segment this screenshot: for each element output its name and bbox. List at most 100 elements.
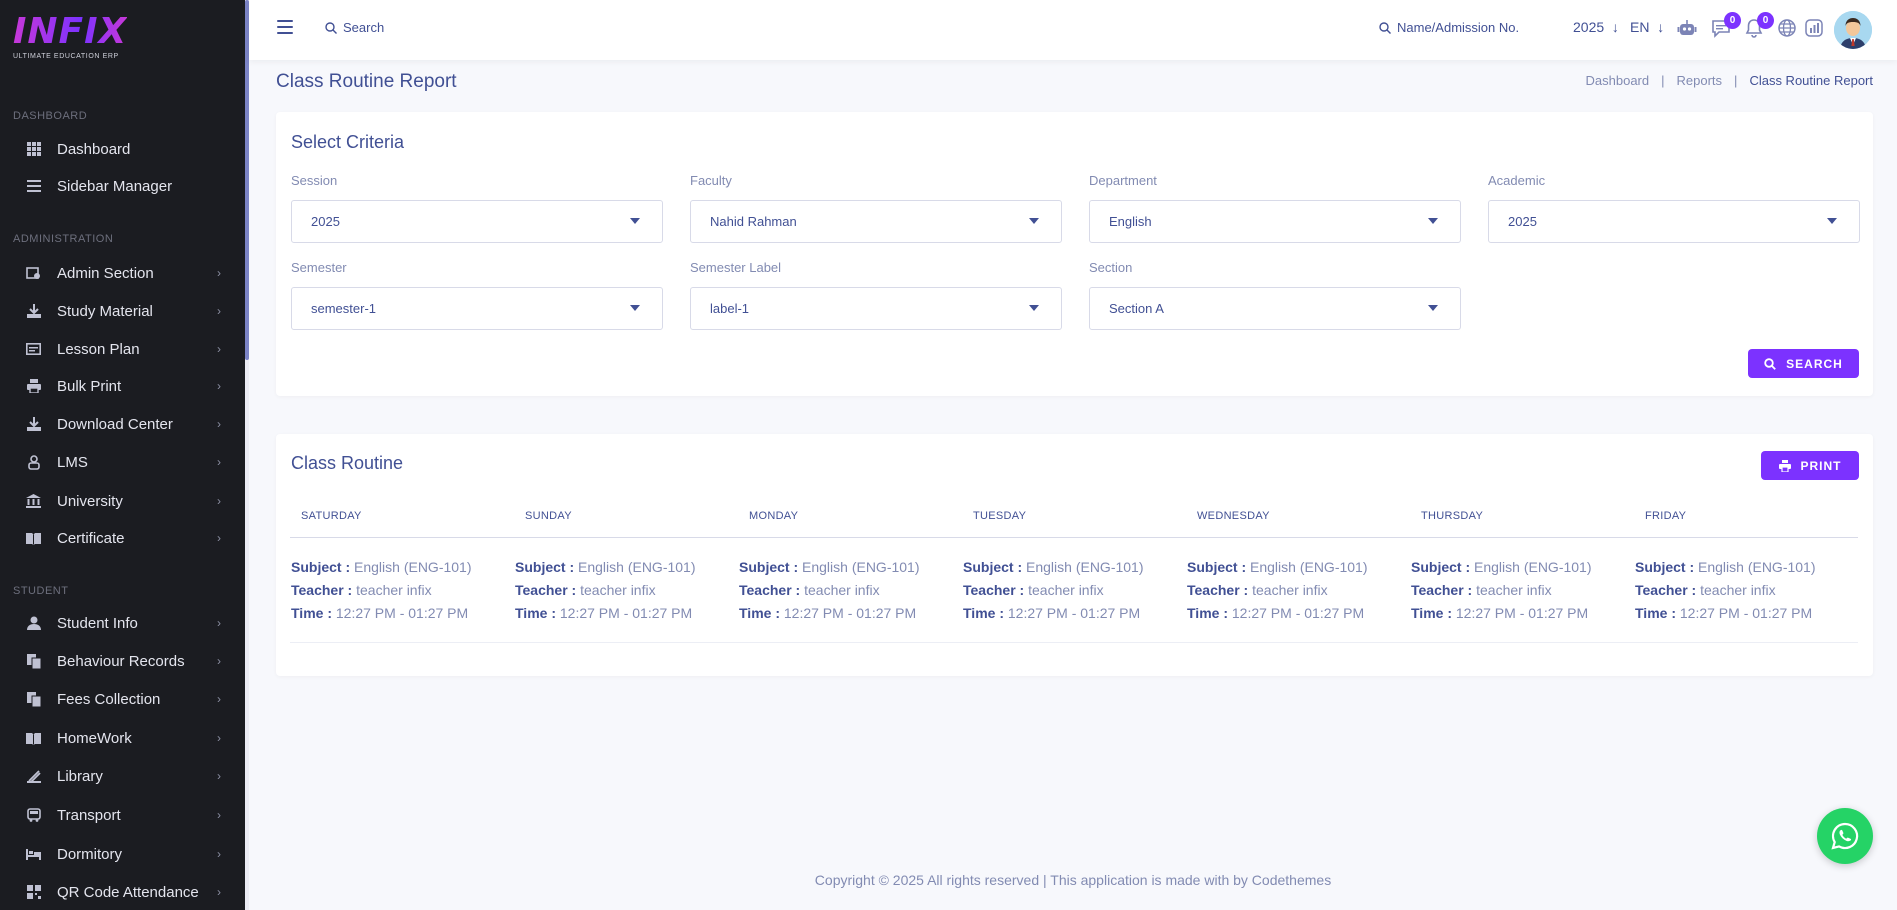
table-bottom-divider	[290, 642, 1858, 643]
print-button[interactable]: PRINT	[1761, 451, 1859, 480]
year-selector[interactable]: 2025 ↓	[1573, 19, 1619, 35]
sidebar-item-dashboard[interactable]: Dashboard	[0, 134, 245, 164]
section-label: Section	[1089, 260, 1133, 275]
session-select[interactable]: 2025	[291, 200, 663, 243]
lesson-icon	[25, 341, 42, 358]
records-icon	[25, 653, 42, 670]
sidebar-item-label: Certificate	[57, 529, 125, 547]
year-value: 2025	[1573, 19, 1605, 35]
section-administration: ADMINISTRATION	[13, 233, 114, 245]
sidebar-item-behaviour-records[interactable]: Behaviour Records ›	[0, 646, 245, 676]
semester-value: semester-1	[311, 301, 377, 316]
subject-value: English (ENG-101)	[1026, 559, 1144, 575]
routine-cell-tuesday: Subject : English (ENG-101) Teacher : te…	[963, 556, 1144, 625]
search-label: Search	[343, 20, 385, 35]
list-icon	[25, 178, 42, 195]
academic-value: 2025	[1508, 214, 1537, 229]
time-label: Time :	[963, 605, 1004, 621]
chevron-right-icon: ›	[217, 342, 221, 356]
book-icon	[25, 730, 42, 747]
day-header-tuesday: TUESDAY	[973, 510, 1027, 522]
session-label: Session	[291, 173, 338, 188]
sidebar-item-sidebar-manager[interactable]: Sidebar Manager	[0, 171, 245, 201]
sidebar-item-label: University	[57, 492, 123, 510]
avatar[interactable]	[1834, 11, 1872, 49]
sidebar-item-transport[interactable]: Transport ›	[0, 800, 245, 830]
bus-icon	[25, 807, 42, 824]
download-icon	[25, 303, 42, 320]
day-header-wednesday: WEDNESDAY	[1197, 510, 1270, 522]
sidebar-item-label: QR Code Attendance	[57, 883, 199, 901]
sidebar-item-certificate[interactable]: Certificate ›	[0, 523, 245, 553]
time-label: Time :	[739, 605, 780, 621]
sidebar-item-homework[interactable]: HomeWork ›	[0, 723, 245, 753]
robot-icon[interactable]	[1677, 18, 1697, 38]
sidebar-item-student-info[interactable]: Student Info ›	[0, 608, 245, 638]
time-value: 12:27 PM - 01:27 PM	[559, 605, 693, 621]
subject-value: English (ENG-101)	[1474, 559, 1592, 575]
sidebar-item-library[interactable]: Library ›	[0, 761, 245, 791]
sidebar-item-university[interactable]: University ›	[0, 486, 245, 516]
sidebar-item-lesson-plan[interactable]: Lesson Plan ›	[0, 334, 245, 364]
stats-icon[interactable]	[1804, 18, 1824, 38]
sidebar-item-label: Student Info	[57, 614, 138, 632]
chevron-right-icon: ›	[217, 654, 221, 668]
chat-icon[interactable]: 0	[1711, 12, 1741, 38]
admission-search[interactable]: Name/Admission No.	[1379, 20, 1519, 35]
faculty-label: Faculty	[690, 173, 732, 188]
search-icon	[1379, 21, 1391, 34]
semester-select[interactable]: semester-1	[291, 287, 663, 330]
sidebar-item-lms[interactable]: LMS ›	[0, 447, 245, 477]
subject-label: Subject :	[515, 559, 575, 575]
academic-select[interactable]: 2025	[1488, 200, 1860, 243]
menu-toggle-icon[interactable]	[277, 20, 293, 34]
library-icon	[25, 768, 42, 785]
language-value: EN	[1630, 19, 1650, 35]
bell-icon[interactable]: 0	[1744, 12, 1774, 38]
globe-icon[interactable]	[1777, 18, 1797, 38]
time-value: 12:27 PM - 01:27 PM	[335, 605, 469, 621]
semester-label-select[interactable]: label-1	[690, 287, 1062, 330]
routine-card: Class Routine PRINT SATURDAY SUNDAY MOND…	[276, 434, 1873, 676]
breadcrumb-separator: |	[1661, 73, 1665, 88]
footer-copyright: Copyright © 2025 All rights reserved | T…	[814, 872, 1332, 888]
teacher-label: Teacher :	[739, 582, 801, 598]
language-selector[interactable]: EN ↓	[1630, 19, 1664, 35]
breadcrumb-dashboard[interactable]: Dashboard	[1586, 73, 1650, 88]
section-dashboard: DASHBOARD	[13, 110, 88, 122]
chevron-right-icon: ›	[217, 304, 221, 318]
sidebar-item-label: Download Center	[57, 415, 173, 433]
global-search[interactable]: Search	[325, 20, 384, 35]
day-header-saturday: SATURDAY	[301, 510, 362, 522]
logo-subtitle: ULTIMATE EDUCATION ERP	[13, 53, 119, 60]
department-select[interactable]: English	[1089, 200, 1461, 243]
sidebar-item-fees-collection[interactable]: Fees Collection ›	[0, 684, 245, 714]
breadcrumb-reports[interactable]: Reports	[1677, 73, 1723, 88]
qr-icon	[25, 884, 42, 901]
sidebar-item-download-center[interactable]: Download Center ›	[0, 409, 245, 439]
sidebar-item-label: Admin Section	[57, 264, 154, 282]
breadcrumb-current: Class Routine Report	[1749, 73, 1873, 88]
routine-cell-monday: Subject : English (ENG-101) Teacher : te…	[739, 556, 920, 625]
department-value: English	[1109, 214, 1152, 229]
subject-label: Subject :	[1411, 559, 1471, 575]
faculty-select[interactable]: Nahid Rahman	[690, 200, 1062, 243]
sidebar-item-study-material[interactable]: Study Material ›	[0, 296, 245, 326]
app-logo[interactable]: INFIX ULTIMATE EDUCATION ERP	[13, 14, 127, 61]
sidebar-item-qr-code-attendance[interactable]: QR Code Attendance ›	[0, 877, 245, 907]
whatsapp-button[interactable]	[1817, 808, 1873, 864]
section-student: STUDENT	[13, 585, 69, 597]
sidebar-item-admin-section[interactable]: Admin Section ›	[0, 258, 245, 288]
sidebar-item-dormitory[interactable]: Dormitory ›	[0, 839, 245, 869]
time-value: 12:27 PM - 01:27 PM	[783, 605, 917, 621]
sidebar: INFIX ULTIMATE EDUCATION ERP DASHBOARD D…	[0, 0, 245, 910]
search-button[interactable]: SEARCH	[1748, 349, 1859, 378]
section-select[interactable]: Section A	[1089, 287, 1461, 330]
university-icon	[25, 493, 42, 510]
arrow-down-icon: ↓	[1653, 19, 1665, 35]
sidebar-item-label: Dormitory	[57, 845, 123, 863]
semester-label: Semester	[291, 260, 347, 275]
sidebar-item-bulk-print[interactable]: Bulk Print ›	[0, 371, 245, 401]
time-label: Time :	[1411, 605, 1452, 621]
teacher-value: teacher infix	[580, 582, 656, 598]
